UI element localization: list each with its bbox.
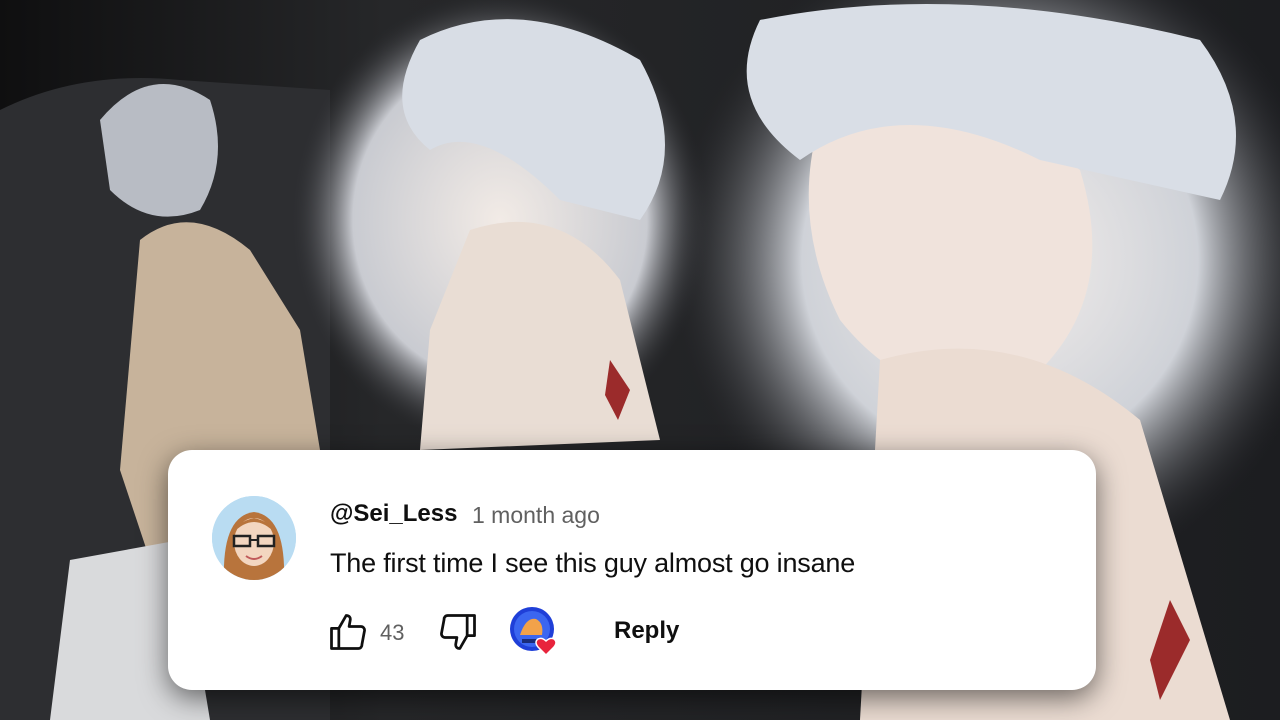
thumbs-up-icon bbox=[330, 614, 366, 650]
like-count: 43 bbox=[380, 620, 405, 645]
creator-heart-badge bbox=[508, 605, 560, 657]
reply-button[interactable]: Reply bbox=[598, 614, 695, 648]
thumbs-down-icon bbox=[440, 614, 476, 650]
avatar-image bbox=[212, 496, 296, 580]
comment-text: The first time I see this guy almost go … bbox=[330, 548, 856, 578]
comment-author-handle[interactable]: @Sei_Less bbox=[330, 500, 457, 528]
like-button[interactable] bbox=[326, 610, 370, 654]
comment-timestamp[interactable]: 1 month ago bbox=[472, 502, 600, 529]
dislike-button[interactable] bbox=[436, 610, 480, 654]
comment-card: @Sei_Less 1 month ago The first time I s… bbox=[168, 450, 1096, 690]
creator-heart-icon bbox=[510, 607, 557, 657]
user-avatar[interactable] bbox=[212, 496, 296, 580]
